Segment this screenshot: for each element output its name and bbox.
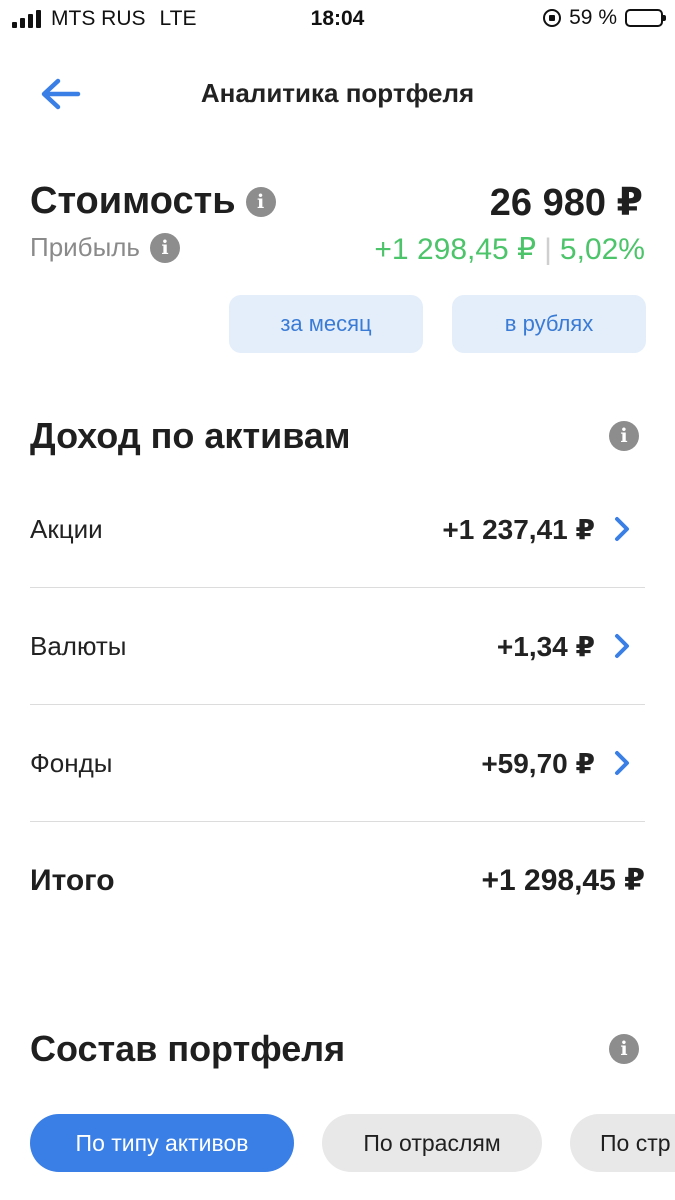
chevron-right-icon [615,634,629,658]
income-section-title: Доход по активам [30,415,351,456]
asset-row-funds[interactable]: Фонды +59,70 ₽ [30,705,645,822]
info-icon[interactable]: i [609,421,639,451]
tab-by-asset-type[interactable]: По типу активов [30,1114,294,1172]
total-label: Итого [30,864,115,897]
asset-name: Фонды [30,748,113,778]
profit-separator: | [544,232,552,266]
currency-filter-button[interactable]: в рублях [452,295,646,353]
profit-amount: +1 298,45 ₽ [374,233,537,266]
asset-amount: +1,34 ₽ [496,631,595,662]
info-icon[interactable]: i [609,1034,639,1064]
chevron-right-icon [615,517,629,541]
asset-row-stocks[interactable]: Акции +1 237,41 ₽ [30,471,645,588]
nav-bar: Аналитика портфеля [0,60,675,130]
asset-name: Акции [30,514,103,544]
composition-section-title: Состав портфеля [30,1028,346,1069]
profit-percent: 5,02% [559,232,645,266]
profit-value: +1 298,45 ₽ | 5,02% [374,232,645,267]
info-icon[interactable]: i [149,232,180,263]
battery-icon [625,9,666,27]
total-row: Итого +1 298,45 ₽ [30,822,645,939]
page-title: Аналитика портфеля [200,78,475,108]
chevron-right-icon [615,751,629,775]
tab-by-country[interactable]: По стр [570,1114,675,1172]
asset-amount: +59,70 ₽ [481,748,595,779]
battery-percent: 59 % [569,6,617,29]
period-filter-button[interactable]: за месяц [229,295,423,353]
status-right: 59 % [543,6,666,30]
rotation-lock-icon [543,9,562,27]
status-bar: MTS RUS LTE 18:04 59 % [0,0,675,38]
asset-row-currencies[interactable]: Валюты +1,34 ₽ [30,588,645,705]
info-icon[interactable]: i [245,186,276,217]
asset-amount: +1 237,41 ₽ [442,514,595,545]
total-amount: +1 298,45 ₽ [481,864,645,897]
value-amount: 26 980 ₽ [489,182,643,224]
tab-by-industry[interactable]: По отраслям [322,1114,542,1172]
profit-label: Прибыль [30,232,140,262]
asset-name: Валюты [30,631,127,661]
value-label: Стоимость [30,180,236,222]
